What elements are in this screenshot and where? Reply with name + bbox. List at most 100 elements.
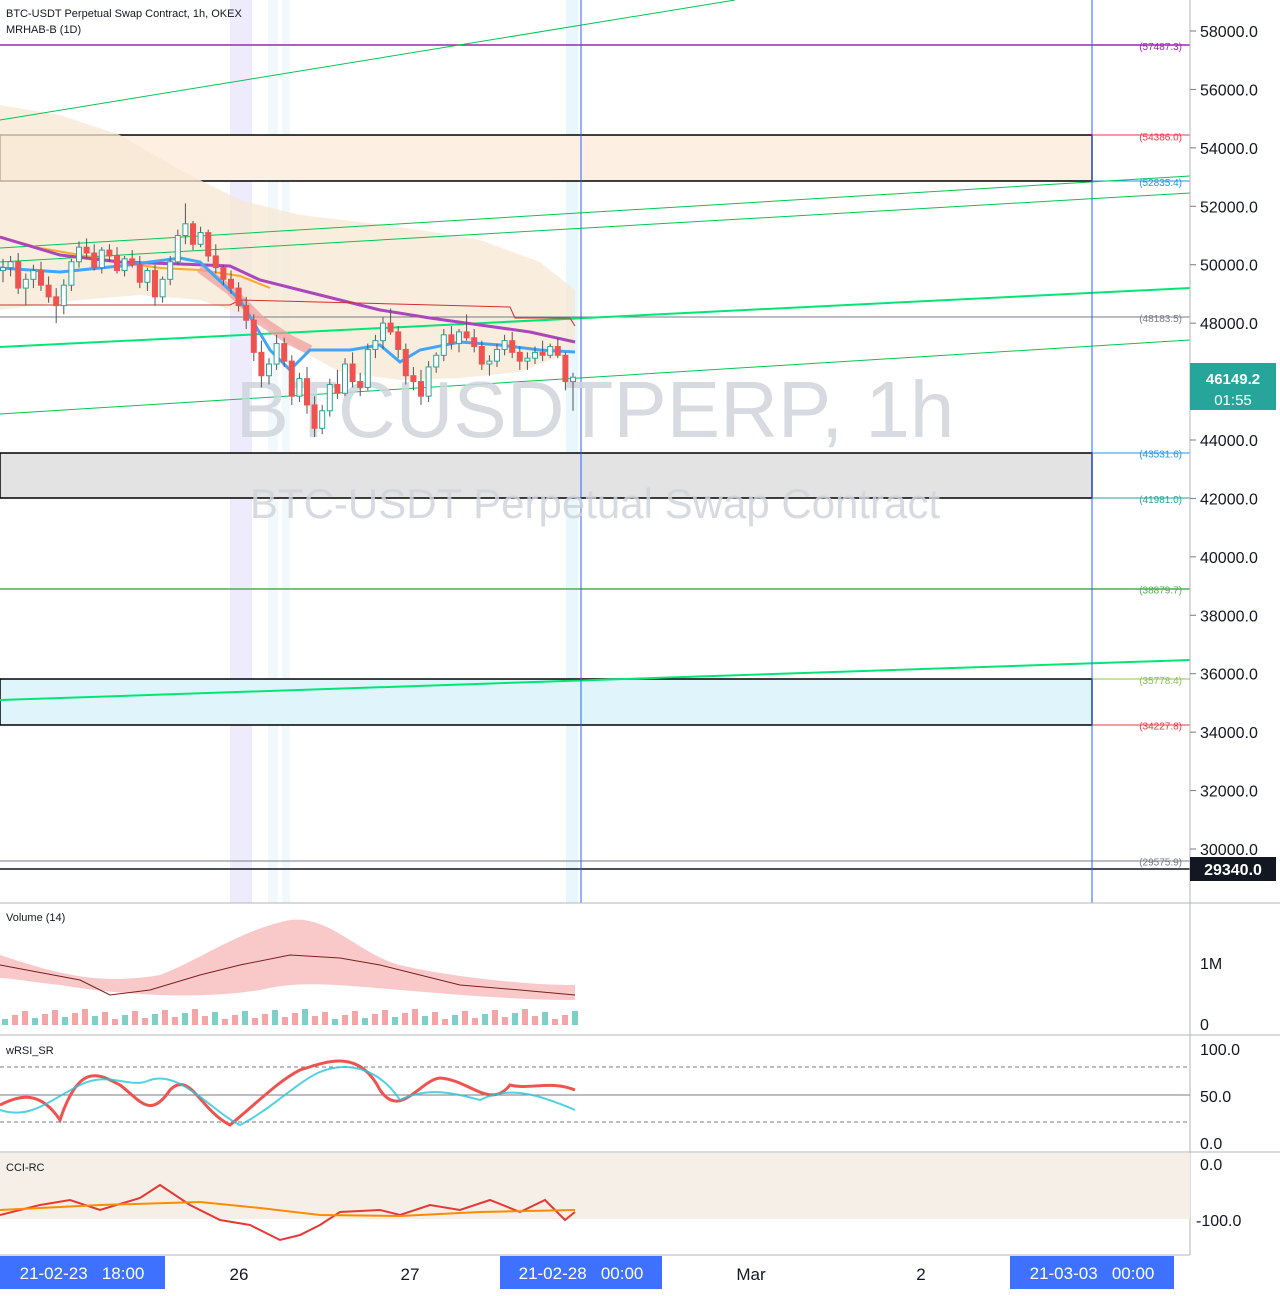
volume-bar xyxy=(152,1014,158,1025)
candle-body xyxy=(524,357,531,362)
volume-bar xyxy=(252,1018,258,1025)
candle-body xyxy=(174,235,181,263)
volume-bar xyxy=(242,1011,248,1025)
volume-bar xyxy=(162,1010,168,1025)
level-label: (57487.3) xyxy=(1139,42,1182,53)
time-cursor: 21-02-28 00:00 xyxy=(519,1264,644,1283)
candle-body xyxy=(121,258,128,272)
candle-body xyxy=(0,267,6,272)
candle-body xyxy=(372,340,379,350)
cci-tick: 0.0 xyxy=(1200,1157,1222,1174)
wrsi-tick: 50.0 xyxy=(1200,1089,1231,1106)
candle-body xyxy=(53,296,60,307)
volume-bar xyxy=(352,1011,358,1025)
candle-body xyxy=(342,363,348,394)
candle-body xyxy=(98,249,105,269)
candle-body xyxy=(182,223,189,236)
chart-canvas[interactable]: BTCUSDTPERP, 1h BTC-USDT Perpetual Swap … xyxy=(0,0,1280,1296)
volume-bar xyxy=(72,1013,78,1025)
volume-bar xyxy=(422,1016,428,1025)
volume-bar xyxy=(12,1015,18,1025)
price-tick-label: 52000.0 xyxy=(1200,199,1258,216)
candle-body xyxy=(311,404,318,429)
candle-body xyxy=(547,346,554,356)
candle-body xyxy=(402,348,409,377)
volume-bar xyxy=(322,1012,328,1025)
candle-body xyxy=(418,381,424,397)
candle-body xyxy=(425,366,432,397)
volume-bar xyxy=(482,1014,488,1025)
volume-bar xyxy=(112,1019,118,1025)
price-axis[interactable]: 58000.0 56000.0 54000.0 52000.0 50000.0 48000… xyxy=(1190,24,1258,859)
candle-body xyxy=(357,381,364,388)
candle-body xyxy=(129,258,136,266)
volume-bar xyxy=(262,1014,268,1025)
price-tick-label: 38000.0 xyxy=(1200,608,1258,625)
chart-title: BTC-USDT Perpetual Swap Contract, 1h, OK… xyxy=(6,8,242,20)
volume-bar xyxy=(392,1017,398,1025)
candle-body xyxy=(433,354,440,368)
volume-bar xyxy=(62,1017,68,1025)
candle-body xyxy=(364,348,371,388)
candle-body xyxy=(91,252,98,269)
volume-bar xyxy=(362,1018,368,1025)
candle-body xyxy=(288,360,295,397)
volume-bar xyxy=(292,1013,298,1025)
volume-bar xyxy=(172,1017,178,1025)
price-tick-label: 48000.0 xyxy=(1200,316,1258,333)
volume-bar xyxy=(32,1018,38,1025)
candle-body xyxy=(349,363,356,383)
candle-body xyxy=(15,261,22,289)
volume-bar xyxy=(452,1015,458,1025)
indicator-legend[interactable]: MRHAB-B (1D) xyxy=(6,24,81,36)
wrsi-label[interactable]: wRSI_SR xyxy=(6,1045,54,1057)
candle-body xyxy=(410,375,417,383)
volume-bar xyxy=(192,1009,198,1025)
volume-bar xyxy=(52,1010,58,1025)
candle-body xyxy=(494,348,500,362)
candle-body xyxy=(38,270,44,286)
candle-body xyxy=(190,223,196,245)
price-tick-label: 40000.0 xyxy=(1200,550,1258,567)
bar-countdown: 01:55 xyxy=(1214,392,1252,409)
candle-body xyxy=(486,360,493,365)
volume-label[interactable]: Volume (14) xyxy=(6,912,65,924)
price-tick-label: 34000.0 xyxy=(1200,725,1258,742)
volume-bar xyxy=(342,1015,348,1025)
price-tick-label: 44000.0 xyxy=(1200,433,1258,450)
volume-bar xyxy=(532,1016,538,1025)
crosshair-price: 29340.0 xyxy=(1204,862,1262,879)
last-price: 46149.2 xyxy=(1206,371,1260,388)
candle-body xyxy=(319,410,326,429)
volume-bar xyxy=(2,1019,8,1025)
candle-body xyxy=(326,383,333,412)
candle-body xyxy=(554,346,561,356)
time-cursor: 21-02-23 18:00 xyxy=(20,1264,145,1283)
volume-bar xyxy=(542,1012,548,1025)
cci-tick: -100.0 xyxy=(1196,1213,1241,1230)
volume-bar xyxy=(472,1018,478,1025)
volume-bar xyxy=(312,1016,318,1025)
description-watermark: BTC-USDT Perpetual Swap Contract xyxy=(250,480,940,527)
time-cursor: 21-03-03 00:00 xyxy=(1030,1264,1155,1283)
level-label: (41981.0) xyxy=(1139,495,1182,506)
candle-body xyxy=(501,340,508,350)
candle-body xyxy=(463,331,470,339)
candle-body xyxy=(167,261,174,280)
candle-body xyxy=(304,378,310,406)
volume-bar xyxy=(92,1016,98,1025)
volume-bar xyxy=(142,1018,148,1025)
candle-body xyxy=(456,331,462,345)
candle-body xyxy=(296,378,303,397)
volume-bar xyxy=(282,1017,288,1025)
volume-bar xyxy=(492,1010,498,1025)
cci-label[interactable]: CCI-RC xyxy=(6,1162,45,1174)
volume-bar xyxy=(122,1015,128,1025)
volume-bar xyxy=(302,1009,308,1025)
candle-body xyxy=(266,363,272,377)
volume-bar xyxy=(82,1009,88,1025)
candle-body xyxy=(152,270,158,298)
price-tick-label: 54000.0 xyxy=(1200,141,1258,158)
volume-bar xyxy=(182,1013,188,1025)
candle-body xyxy=(570,376,576,383)
